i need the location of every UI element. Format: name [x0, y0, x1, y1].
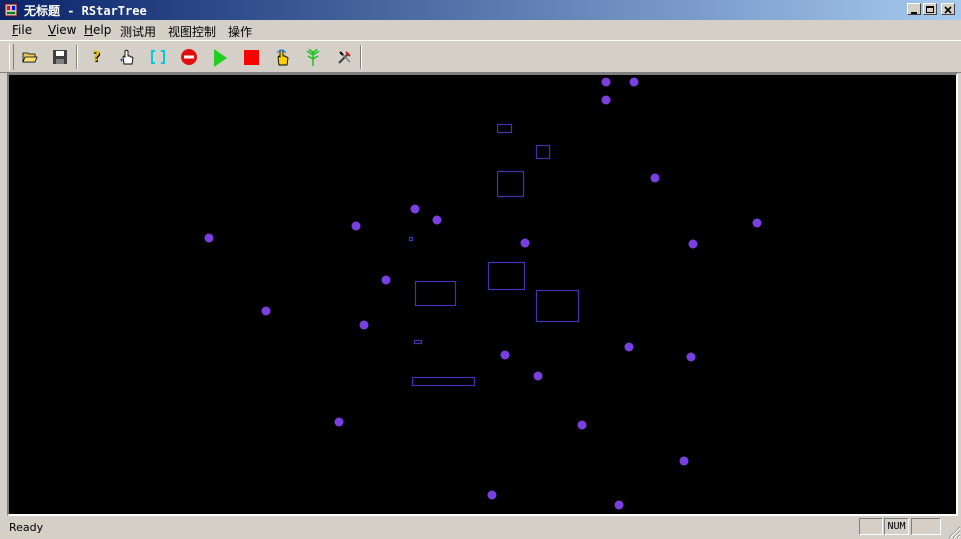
menu-view[interactable]: View — [48, 23, 76, 37]
node-rectangle — [535, 289, 580, 323]
stop-sign-button[interactable] — [177, 46, 201, 68]
node-rectangle — [408, 236, 414, 242]
svg-text:?: ? — [92, 49, 100, 65]
node-rectangle — [496, 123, 513, 134]
resize-grip-icon[interactable] — [947, 525, 961, 539]
open-button[interactable] — [18, 46, 42, 68]
stop-square-icon — [244, 50, 259, 65]
menu-operation[interactable]: 操作 — [228, 23, 252, 40]
node-rectangle — [487, 261, 526, 291]
hand-pointer-icon — [120, 49, 134, 65]
touch-button[interactable] — [270, 46, 294, 68]
maximize-button[interactable] — [923, 3, 937, 15]
minimize-icon — [911, 12, 917, 14]
data-point — [359, 320, 369, 330]
save-button[interactable] — [48, 46, 72, 68]
data-point — [601, 77, 611, 87]
menu-help[interactable]: Help — [84, 23, 111, 37]
status-pane-caps — [859, 518, 883, 535]
menu-bar: File View Help 测试用 视图控制 操作 — [0, 20, 961, 40]
window-title: 无标题 - RStarTree — [24, 4, 147, 18]
help-button[interactable]: ? ? — [85, 46, 109, 68]
data-point — [533, 371, 543, 381]
data-point — [204, 233, 214, 243]
title-bar: 无标题 - RStarTree — [0, 0, 961, 20]
save-disk-icon — [53, 50, 67, 64]
toolbar-grip[interactable] — [9, 44, 14, 70]
node-rectangle — [496, 170, 525, 198]
menu-test[interactable]: 测试用 — [120, 23, 156, 40]
data-point — [410, 204, 420, 214]
stop-button[interactable] — [239, 46, 263, 68]
data-point — [432, 215, 442, 225]
node-rectangle — [413, 339, 423, 345]
toolbar-separator — [76, 45, 78, 69]
node-rectangle — [411, 376, 476, 387]
select-button[interactable] — [146, 46, 170, 68]
data-point — [629, 77, 639, 87]
data-point — [601, 95, 611, 105]
data-point — [650, 173, 660, 183]
data-point — [577, 420, 587, 430]
data-point — [261, 306, 271, 316]
tree-icon — [306, 49, 320, 66]
app-icon — [4, 3, 18, 17]
touch-hand-icon — [276, 49, 289, 66]
stop-sign-icon — [181, 49, 197, 65]
status-pane-scroll — [911, 518, 941, 535]
data-point — [679, 456, 689, 466]
data-point — [351, 221, 361, 231]
data-point — [624, 342, 634, 352]
rtree-drawing — [204, 77, 762, 510]
toolbar: ? ? — [0, 40, 961, 73]
data-point — [752, 218, 762, 228]
pan-button[interactable] — [115, 46, 139, 68]
status-pane-num: NUM — [884, 518, 909, 535]
play-icon — [214, 49, 227, 67]
tree-button[interactable] — [301, 46, 325, 68]
data-point — [688, 239, 698, 249]
node-rectangle — [414, 280, 457, 307]
rtree-canvas[interactable] — [9, 75, 956, 514]
data-point — [487, 490, 497, 500]
tools-button[interactable] — [333, 46, 357, 68]
menu-view-control[interactable]: 视图控制 — [168, 23, 216, 40]
data-point — [520, 238, 530, 248]
menu-file[interactable]: File — [12, 23, 32, 37]
maximize-icon — [926, 6, 934, 13]
help-icon: ? ? — [92, 49, 101, 65]
node-rectangle — [535, 144, 551, 160]
data-point — [334, 417, 344, 427]
select-bracket-icon — [151, 50, 165, 64]
status-text: Ready — [9, 521, 44, 534]
data-point — [381, 275, 391, 285]
toolbar-separator — [360, 45, 362, 69]
data-point — [614, 500, 624, 510]
minimize-button[interactable] — [907, 3, 921, 15]
data-point — [686, 352, 696, 362]
close-button[interactable] — [941, 3, 955, 15]
close-icon — [944, 6, 952, 14]
data-point — [500, 350, 510, 360]
status-bar: Ready NUM — [0, 516, 961, 539]
run-button[interactable] — [208, 46, 232, 68]
tools-icon — [338, 51, 351, 64]
open-folder-icon — [22, 52, 38, 63]
